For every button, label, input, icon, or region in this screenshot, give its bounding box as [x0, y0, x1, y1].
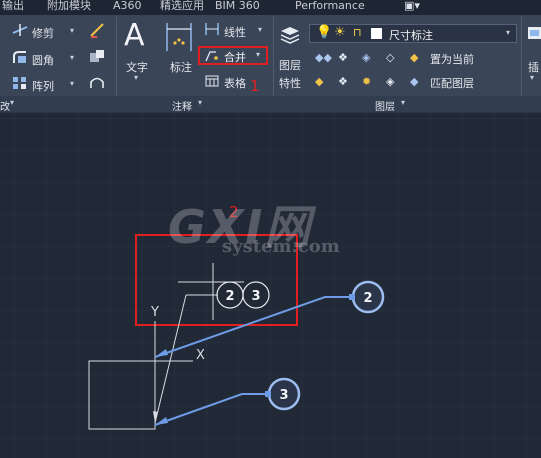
selected-balloon-2-text: 2 [363, 291, 372, 306]
trim-button[interactable]: 修剪 [32, 25, 54, 41]
text-dropdown-icon[interactable]: ▾ [134, 73, 138, 82]
layer-tool-icon[interactable]: ❖ [338, 75, 348, 88]
layer-properties-icon[interactable] [279, 23, 301, 45]
layer-tool-icon[interactable]: ❖ [338, 51, 348, 64]
merge-button[interactable]: 合并 ▾ [198, 46, 268, 65]
merge-dropdown-icon[interactable]: ▾ [256, 50, 260, 59]
selected-balloon-3-text: 3 [279, 388, 288, 403]
drawing-canvas[interactable]: 2 3 Y X 2 3 2 GXI网 system.com [0, 113, 541, 458]
menu-featured-apps[interactable]: 精选应用 [160, 0, 204, 12]
lock-icon[interactable]: ⊓ [353, 26, 362, 39]
layer-tool-icon[interactable]: ◇ [386, 51, 394, 64]
table-icon[interactable] [205, 75, 219, 87]
bulb-icon[interactable]: 💡 [316, 25, 332, 40]
merged-balloon-3-text: 3 [251, 289, 260, 304]
layer-tool-icon[interactable]: ◈ [386, 75, 394, 88]
layer-tool-icon[interactable]: ◆◆ [315, 51, 332, 64]
linear-dropdown-icon[interactable]: ▾ [258, 25, 262, 34]
modify-panel-expand-icon[interactable]: ▾ [10, 98, 14, 107]
modify-panel-title[interactable]: 改 [0, 98, 10, 113]
menu-bim360[interactable]: BIM 360 [215, 0, 260, 12]
layer-tool-icon[interactable]: ◈ [362, 51, 370, 64]
annotation-panel-expand-icon[interactable]: ▾ [198, 98, 202, 107]
grip-handle[interactable] [265, 391, 271, 397]
canvas-grid [0, 113, 541, 458]
step-marker-1: 1 [250, 77, 260, 95]
linear-button[interactable]: 线性 [224, 24, 246, 40]
menu-output[interactable]: 输出 [2, 0, 24, 12]
explode-icon[interactable] [88, 48, 106, 64]
linear-icon[interactable] [204, 22, 220, 36]
camera-icon[interactable]: ▣▾ [404, 0, 420, 12]
layer-color-swatch [371, 28, 382, 39]
panel-separator [521, 17, 522, 107]
layer-panel-title[interactable]: 图层 [375, 98, 395, 113]
fillet-dropdown-icon[interactable]: ▾ [70, 53, 74, 62]
match-layer-button[interactable]: 匹配图层 [430, 75, 474, 91]
layer-tool-icon[interactable]: ◆ [315, 75, 323, 88]
table-button[interactable]: 表格 [224, 75, 246, 91]
ucs-y-label: Y [150, 305, 159, 320]
layer-properties-line2[interactable]: 特性 [279, 75, 301, 91]
watermark-site: system.com [222, 236, 340, 257]
sun-icon[interactable]: ☀ [334, 25, 346, 40]
layer-dropdown[interactable]: 💡 ☀ ⊓ 尺寸标注 ▾ [309, 24, 517, 43]
menu-bar: 输出 附加模块 A360 精选应用 BIM 360 Performance ▣▾ [0, 0, 541, 15]
fillet-icon[interactable] [12, 50, 28, 64]
merge-leader-icon [205, 51, 218, 62]
offset-icon[interactable] [88, 74, 106, 90]
array-button[interactable]: 阵列 [32, 78, 54, 94]
annotation-panel-title[interactable]: 注释 [172, 98, 192, 113]
panel-separator [273, 17, 274, 107]
dimension-button[interactable]: 标注 [170, 59, 192, 75]
ucs-x-label: X [196, 348, 205, 363]
fillet-button[interactable]: 圆角 [32, 52, 54, 68]
panel-separator [116, 17, 117, 107]
array-dropdown-icon[interactable]: ▾ [70, 79, 74, 88]
trim-icon[interactable] [12, 23, 28, 37]
drawing-svg[interactable]: 2 3 Y X 2 3 [0, 113, 541, 458]
menu-addins[interactable]: 附加模块 [47, 0, 91, 12]
merged-balloon-2-text: 2 [225, 289, 234, 304]
text-icon[interactable]: A [124, 18, 145, 53]
grip-handle[interactable] [349, 294, 355, 300]
menu-performance[interactable]: Performance [295, 0, 365, 12]
menu-a360[interactable]: A360 [113, 0, 142, 12]
panel-title-bar: 改 ▾ 注释 ▾ 图层 ▾ [0, 96, 541, 113]
dimension-icon[interactable] [164, 21, 194, 53]
current-layer-name: 尺寸标注 [389, 29, 433, 42]
insert-block-icon[interactable] [526, 25, 541, 43]
layer-properties-line1[interactable]: 图层 [279, 57, 301, 73]
trim-dropdown-icon[interactable]: ▾ [70, 26, 74, 35]
mirror-icon[interactable] [88, 21, 106, 39]
match-layer-icon[interactable]: ◆ [410, 75, 418, 88]
merge-label: 合并 [224, 51, 246, 64]
layer-dropdown-chevron-icon[interactable]: ▾ [506, 28, 510, 37]
insert-dropdown-icon[interactable]: ▾ [530, 73, 534, 82]
layer-panel-expand-icon[interactable]: ▾ [401, 98, 405, 107]
set-current-icon[interactable]: ◆ [410, 51, 418, 64]
layer-tool-icon[interactable]: ✹ [362, 75, 371, 88]
array-icon[interactable] [12, 76, 28, 90]
set-current-button[interactable]: 置为当前 [430, 51, 474, 67]
